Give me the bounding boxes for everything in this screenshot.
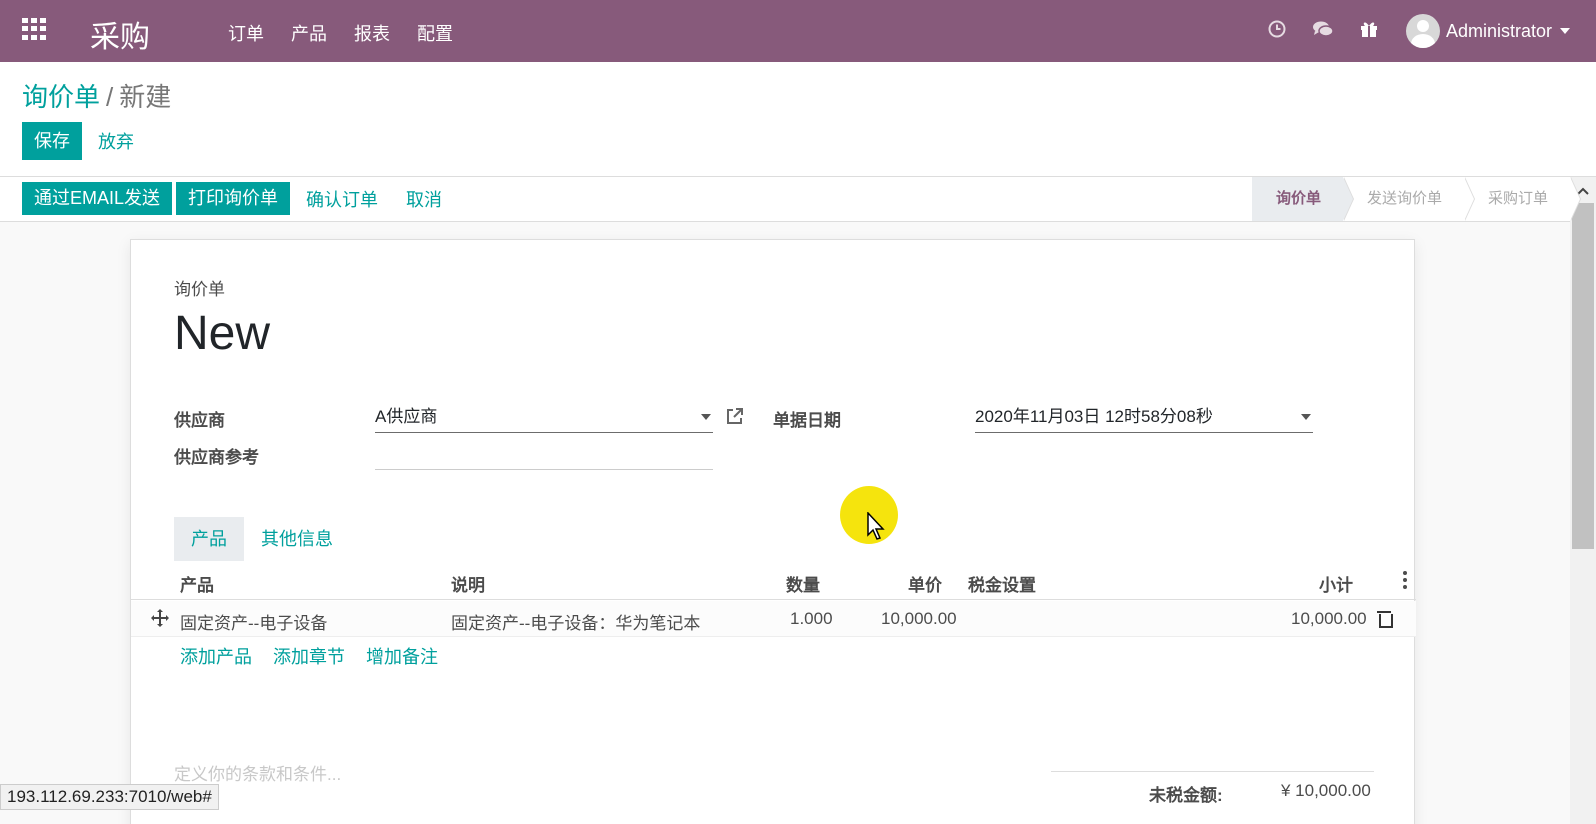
user-menu[interactable]: Administrator — [1405, 14, 1570, 48]
gift-icon[interactable] — [1346, 20, 1392, 43]
top-navbar: 采购 订单 产品 报表 配置 Administrator — [0, 0, 1596, 62]
breadcrumb: 询价单 / 新建 — [22, 77, 171, 114]
line-unit-price: 10,000.00 — [881, 609, 957, 628]
add-section-link[interactable]: 添加章节 — [273, 643, 345, 669]
scroll-thumb[interactable] — [1572, 203, 1594, 549]
form-tabs: 产品 其他信息 — [174, 517, 350, 561]
app-title: 采购 — [90, 21, 150, 54]
drag-handle-icon[interactable] — [151, 609, 169, 632]
vendor-label: 供应商 — [174, 411, 225, 430]
top-menu: 订单 产品 报表 配置 — [228, 20, 453, 46]
cancel-button[interactable]: 取消 — [394, 182, 454, 215]
form-buttons: 保存 放弃 — [22, 122, 146, 160]
chevron-down-icon — [1560, 28, 1570, 34]
line-description: 固定资产--电子设备：华为笔记本 — [451, 614, 701, 633]
column-unit-price[interactable]: 单价 — [908, 571, 942, 596]
chat-icon[interactable] — [1300, 20, 1346, 43]
order-date-label: 单据日期 — [773, 411, 841, 430]
menu-config[interactable]: 配置 — [417, 20, 453, 46]
line-qty: 1.000 — [790, 609, 833, 628]
column-taxes[interactable]: 税金设置 — [968, 571, 1036, 596]
apps-menu-icon[interactable] — [22, 18, 48, 40]
avatar — [1405, 14, 1440, 48]
discard-button[interactable]: 放弃 — [86, 122, 146, 160]
vendor-field[interactable]: A供应商 — [375, 401, 713, 433]
column-product[interactable]: 产品 — [180, 571, 214, 596]
status-url: 193.112.69.233:7010/web# — [0, 784, 219, 810]
column-qty[interactable]: 数量 — [786, 571, 820, 596]
menu-reports[interactable]: 报表 — [354, 20, 390, 46]
add-line-links: 添加产品 添加章节 增加备注 — [180, 643, 438, 669]
vendor-ref-input[interactable] — [375, 438, 713, 470]
doc-name: New — [174, 307, 271, 360]
breadcrumb-separator: / — [106, 82, 114, 112]
tab-other-info[interactable]: 其他信息 — [244, 517, 350, 561]
systray: Administrator — [1254, 0, 1596, 62]
trash-icon[interactable] — [1377, 610, 1393, 628]
chevron-down-icon[interactable] — [1301, 414, 1311, 420]
clock-icon[interactable] — [1254, 20, 1300, 43]
column-subtotal[interactable]: 小计 — [1319, 571, 1353, 596]
vendor-value: A供应商 — [375, 407, 438, 426]
add-product-link[interactable]: 添加产品 — [180, 643, 252, 669]
control-panel: 询价单 / 新建 保存 放弃 — [0, 62, 1596, 177]
stage-rfq[interactable]: 询价单 — [1251, 177, 1354, 221]
chevron-down-icon[interactable] — [701, 414, 711, 420]
stage-purchase-order[interactable]: 采购订单 — [1464, 177, 1582, 221]
page-scrollbar[interactable] — [1570, 177, 1596, 824]
menu-orders[interactable]: 订单 — [228, 20, 264, 46]
doc-type-label: 询价单 — [174, 280, 225, 299]
tab-products[interactable]: 产品 — [174, 517, 244, 561]
user-name: Administrator — [1445, 20, 1552, 41]
send-email-button[interactable]: 通过EMAIL发送 — [22, 182, 173, 215]
line-product: 固定资产--电子设备 — [180, 614, 328, 633]
save-button[interactable]: 保存 — [22, 122, 82, 160]
column-description[interactable]: 说明 — [451, 571, 485, 596]
print-rfq-button[interactable]: 打印询价单 — [176, 182, 291, 215]
line-subtotal: 10,000.00 — [1291, 609, 1367, 628]
external-link-icon[interactable] — [725, 406, 745, 426]
confirm-order-button[interactable]: 确认订单 — [294, 182, 390, 215]
breadcrumb-current: 新建 — [119, 82, 172, 112]
order-date-value: 2020年11月03日 12时58分08秒 — [975, 407, 1213, 426]
totals-divider — [1051, 771, 1374, 772]
action-buttons: 通过EMAIL发送 打印询价单 确认订单 取消 — [22, 182, 454, 215]
add-note-link[interactable]: 增加备注 — [366, 643, 438, 669]
stage-rfq-sent[interactable]: 发送询价单 — [1343, 177, 1476, 221]
untaxed-amount-label: 未税金额: — [1149, 786, 1223, 805]
terms-conditions-input[interactable]: 定义你的条款和条件... — [174, 760, 341, 785]
order-date-field[interactable]: 2020年11月03日 12时58分08秒 — [975, 401, 1313, 433]
column-options-icon[interactable] — [1403, 571, 1409, 589]
table-row[interactable]: 固定资产--电子设备 固定资产--电子设备：华为笔记本 1.000 10,000… — [131, 601, 1416, 637]
order-lines-header: 产品 说明 数量 单价 税金设置 小计 — [131, 562, 1416, 600]
menu-products[interactable]: 产品 — [291, 20, 327, 46]
form-sheet: 询价单 New 供应商 A供应商 供应商参考 单据日期 2020年11月03日 … — [130, 239, 1416, 824]
breadcrumb-rfq-link[interactable]: 询价单 — [22, 82, 100, 112]
form-statusbar: 通过EMAIL发送 打印询价单 确认订单 取消 询价单 发送询价单 采购订单 — [0, 177, 1582, 222]
stage-pipeline: 询价单 发送询价单 采购订单 — [1251, 177, 1582, 221]
vendor-ref-label: 供应商参考 — [174, 448, 259, 467]
untaxed-amount-value: ¥ 10,000.00 — [1281, 781, 1371, 800]
